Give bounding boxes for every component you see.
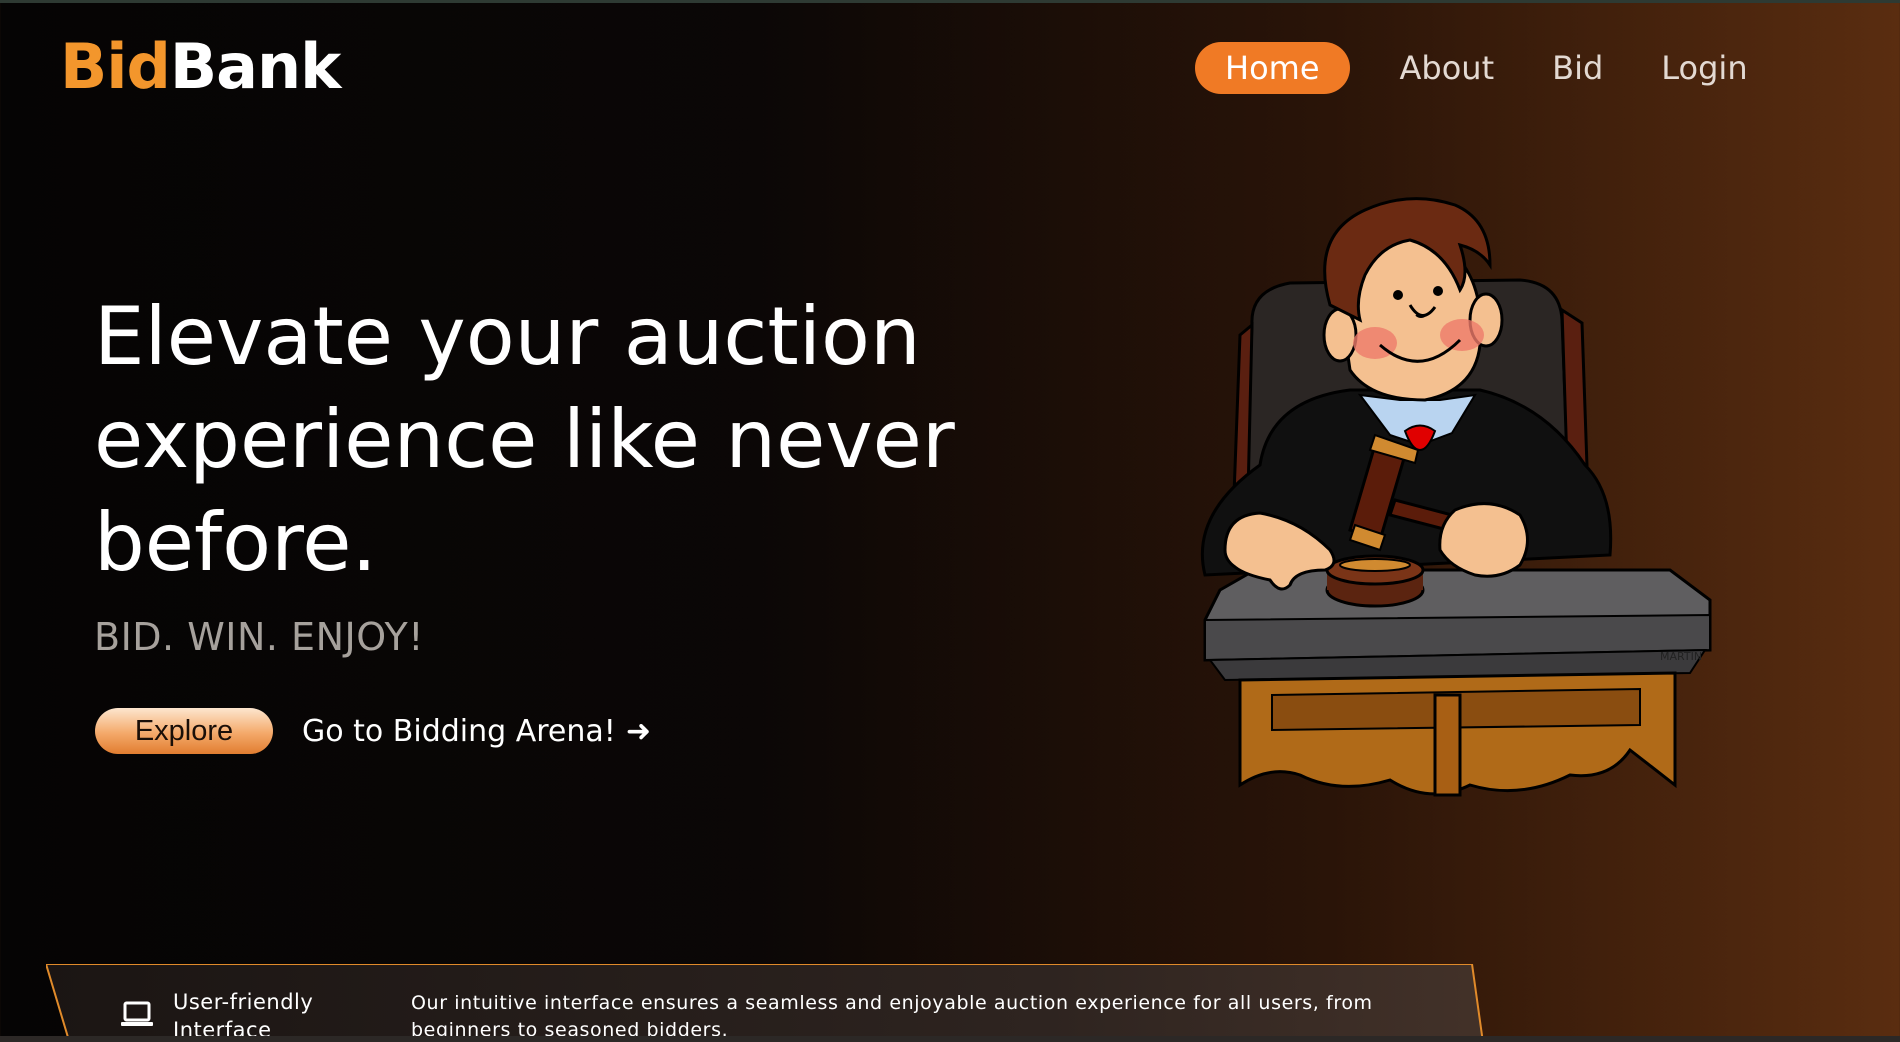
illustration-signature: MARTIN	[1660, 650, 1702, 663]
page-bottom-edge	[0, 1036, 1900, 1042]
brand-logo[interactable]: BidBank	[60, 30, 341, 103]
nav-home[interactable]: Home	[1195, 42, 1350, 94]
brand-logo-bank: Bank	[169, 30, 341, 103]
nav-bid[interactable]: Bid	[1552, 42, 1603, 94]
nav-login[interactable]: Login	[1661, 42, 1747, 94]
hero-title: Elevate your auction experience like nev…	[94, 290, 955, 589]
judge-gavel-illustration: MARTIN	[1200, 197, 1712, 797]
feature-title: User-friendly Interface	[173, 990, 314, 1042]
arrow-right-icon: ➜	[625, 713, 651, 749]
hero-tagline: BID. WIN. ENJOY!	[94, 615, 424, 659]
bidding-arena-label: Go to Bidding Arena!	[302, 713, 616, 749]
feature-description: Our intuitive interface ensures a seamle…	[411, 992, 1373, 1041]
laptop-icon	[121, 1001, 153, 1026]
brand-logo-bid: Bid	[60, 30, 171, 103]
nav-about[interactable]: About	[1400, 42, 1495, 94]
window-top-border	[0, 0, 1900, 3]
main-nav: Home About Bid Login	[1195, 42, 1748, 94]
explore-button[interactable]: Explore	[95, 708, 273, 754]
bidding-arena-link[interactable]: Go to Bidding Arena! ➜	[302, 708, 651, 754]
